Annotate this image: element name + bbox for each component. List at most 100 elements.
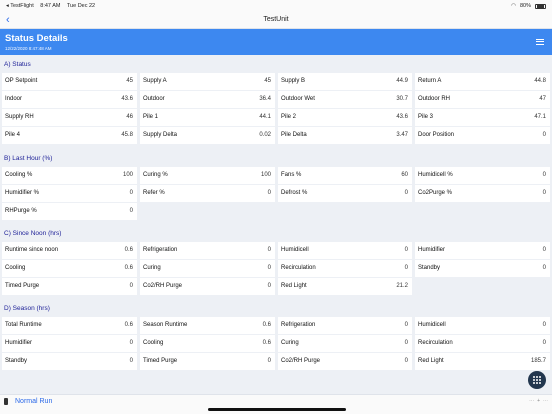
metric-value: 0 (129, 208, 133, 214)
metric-cell: Standby 0 (2, 353, 137, 370)
metric-label: Humidifier (418, 247, 446, 253)
metric-label: RHPurge % (5, 208, 37, 214)
metric-cell: Supply RH 46 (2, 109, 137, 126)
metric-label: Pile 2 (281, 114, 297, 120)
section-title: A) Status (4, 61, 31, 68)
metric-label: Standby (5, 358, 28, 364)
metric-label: Cooling (143, 340, 164, 346)
metric-value: 0 (404, 358, 408, 364)
status-details-header: Status Details 12/22/2020 8:47:48 AM (0, 29, 552, 55)
metric-cell: Runtime since noon 0.6 (2, 242, 137, 259)
wifi-icon: ◠ (511, 3, 516, 9)
metric-cell: RHPurge % 0 (2, 203, 137, 220)
metric-value: 43.6 (121, 96, 133, 102)
metric-label: Supply Delta (143, 132, 178, 138)
metric-label: Cooling (5, 265, 26, 271)
metric-cell: Supply Delta 0.02 (140, 127, 275, 144)
metric-cell: Red Light 21.2 (278, 278, 412, 295)
metric-value: 0.6 (262, 340, 271, 346)
metric-cell: Red Light 185.7 (415, 353, 550, 370)
metric-cell: Recirculation 0 (415, 335, 550, 352)
metric-label: Recirculation (281, 265, 316, 271)
metric-value: 0 (404, 190, 408, 196)
metric-cell: Curing 0 (140, 260, 275, 277)
metric-cell: Refrigeration 0 (278, 317, 412, 334)
metric-cell: Co2/RH Purge 0 (140, 278, 275, 295)
metric-label: Refer % (143, 190, 165, 196)
metric-value: 0 (267, 247, 271, 253)
metric-cell: Pile 4 45.8 (2, 127, 137, 144)
metric-label: Indoor (5, 96, 23, 102)
metric-cell: Cooling % 100 (2, 167, 137, 184)
metric-value: 0 (267, 358, 271, 364)
metric-value: 0 (404, 247, 408, 253)
system-status-bar: ◂ TestFlight 8:47 AM Tue Dec 22 ◠ 80% (0, 0, 552, 12)
metric-cell: Total Runtime 0.6 (2, 317, 137, 334)
metric-label: Fans % (281, 172, 302, 178)
metric-cell: Pile 1 44.1 (140, 109, 275, 126)
metric-cell: Pile 2 43.6 (278, 109, 412, 126)
metric-label: Humidifier (5, 340, 33, 346)
metric-cell: Humidicell % 0 (415, 167, 550, 184)
metric-value: 0 (542, 340, 546, 346)
metric-label: Outdoor Wet (281, 96, 315, 102)
metric-label: Door Position (418, 132, 455, 138)
metric-value: 0.6 (262, 322, 271, 328)
carrier-label: ◂ TestFlight (6, 3, 34, 9)
metric-value: 0.02 (259, 132, 271, 138)
metric-value: 0 (267, 190, 271, 196)
more-icon: ⋯ (543, 398, 548, 404)
metric-value: 0 (129, 190, 133, 196)
metric-value: 0 (542, 172, 546, 178)
metric-value: 0 (542, 247, 546, 253)
metric-cell: Timed Purge 0 (140, 353, 275, 370)
battery-percent: 80% (519, 3, 531, 9)
metric-value: 0.6 (124, 322, 133, 328)
metric-cell: Timed Purge 0 (2, 278, 137, 295)
run-mode-label[interactable]: Normal Run (15, 398, 52, 405)
metric-value: 44.1 (259, 114, 271, 120)
plus-icon[interactable]: + (537, 398, 540, 404)
metric-cell: Co2Purge % 0 (415, 185, 550, 202)
metric-value: 0.6 (124, 265, 133, 271)
metric-value: 100 (260, 172, 271, 178)
metric-value: 45 (126, 78, 133, 84)
metric-label: Curing (281, 340, 299, 346)
metric-label: Outdoor RH (418, 96, 451, 102)
metric-cell: Refer % 0 (140, 185, 275, 202)
hamburger-menu-icon[interactable] (536, 39, 544, 45)
metric-cell: Supply A 45 (140, 73, 275, 90)
metric-label: Outdoor (143, 96, 165, 102)
metric-value: 0 (129, 358, 133, 364)
metric-label: Pile 3 (418, 114, 434, 120)
metric-value: 0 (267, 283, 271, 289)
mode-icon (4, 398, 8, 405)
metric-label: Pile Delta (281, 132, 307, 138)
metric-label: Co2/RH Purge (143, 283, 183, 289)
metric-cell: Fans % 60 (278, 167, 412, 184)
grid-icon[interactable] (528, 371, 546, 389)
section-title: D) Season (hrs) (4, 305, 50, 312)
metric-value: 36.4 (259, 96, 271, 102)
metric-cell: Curing % 100 (140, 167, 275, 184)
metric-value: 30.7 (396, 96, 408, 102)
metric-label: Red Light (281, 283, 307, 289)
metric-label: Return A (418, 78, 442, 84)
metric-label: Cooling % (5, 172, 33, 178)
metric-label: Recirculation (418, 340, 453, 346)
metric-label: Co2Purge % (418, 190, 453, 196)
metric-cell: Season Runtime 0.6 (140, 317, 275, 334)
metric-value: 46 (126, 114, 133, 120)
metric-label: Humidicell % (418, 172, 453, 178)
metric-label: Curing % (143, 172, 168, 178)
metric-label: Supply B (281, 78, 306, 84)
metric-cell: Defrost % 0 (278, 185, 412, 202)
metric-label: Runtime since noon (5, 247, 59, 253)
metric-cell: Door Position 0 (415, 127, 550, 144)
metric-cell: Recirculation 0 (278, 260, 412, 277)
metric-label: Supply RH (5, 114, 34, 120)
home-indicator (208, 408, 346, 411)
metric-value: 47 (539, 96, 546, 102)
metric-label: Pile 1 (143, 114, 159, 120)
clock-date: Tue Dec 22 (66, 3, 96, 9)
